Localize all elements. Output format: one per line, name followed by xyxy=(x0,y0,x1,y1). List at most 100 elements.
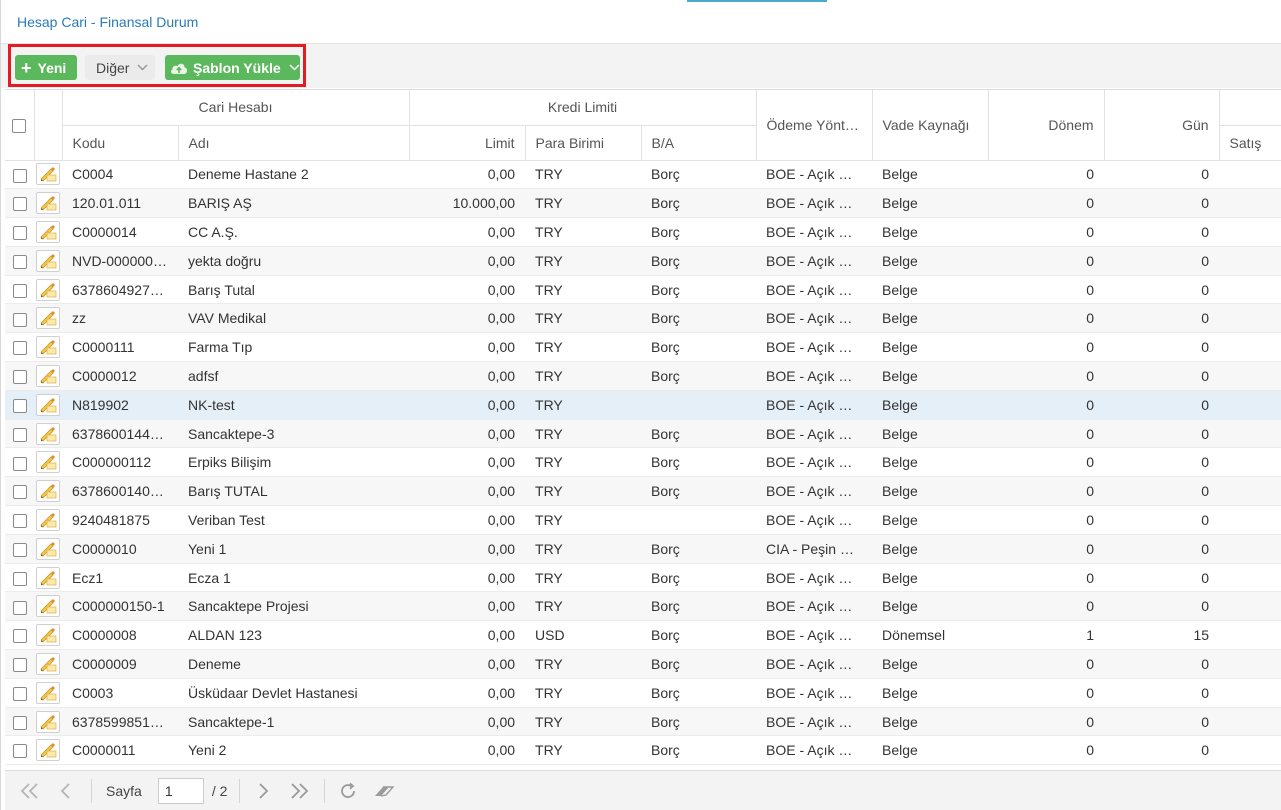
table-row[interactable]: N819902 NK-test 0,00 TRY BOE - Açık Hesap Bel… xyxy=(5,390,1281,420)
table-row[interactable]: C0004 Deneme Hastane 2 0,00 TRY Borç BOE - Aç… xyxy=(5,160,1281,190)
edit-icon[interactable] xyxy=(36,566,60,589)
next-page-icon[interactable] xyxy=(254,782,274,800)
row-checkbox[interactable] xyxy=(12,341,27,356)
cell-donem: 0 xyxy=(988,476,1105,507)
row-checkbox-cell xyxy=(5,534,34,564)
edit-icon[interactable] xyxy=(36,710,60,733)
row-edit-cell xyxy=(34,332,62,363)
select-all-checkbox[interactable] xyxy=(12,118,27,133)
row-checkbox[interactable] xyxy=(12,686,27,701)
row-checkbox[interactable] xyxy=(12,283,27,298)
cell-gun: 0 xyxy=(1104,390,1220,420)
table-row[interactable]: C0000008 ALDAN 123 0,00 USD Borç BOE - Açık H… xyxy=(5,620,1281,651)
row-checkbox[interactable] xyxy=(12,715,27,730)
row-checkbox[interactable] xyxy=(12,312,27,327)
table-row[interactable]: C0003 Üsküdaar Devlet Hastanesi 0,00 TRY Bor… xyxy=(5,678,1281,708)
row-checkbox[interactable] xyxy=(12,571,27,586)
page-number-input[interactable] xyxy=(157,777,204,804)
cell-satis xyxy=(1219,707,1281,737)
row-checkbox[interactable] xyxy=(12,514,27,529)
row-checkbox[interactable] xyxy=(12,744,27,759)
edit-icon[interactable] xyxy=(36,364,60,387)
column-header-adi[interactable]: Adı xyxy=(178,125,410,161)
table-row[interactable]: 9240481875 Veriban Test 0,00 TRY BOE - Açık … xyxy=(5,505,1281,535)
edit-icon[interactable] xyxy=(36,163,60,186)
cell-kodu: C0000011 xyxy=(62,735,178,766)
cell-limit: 0,00 xyxy=(409,217,526,247)
column-header-kodu[interactable]: Kodu xyxy=(62,125,179,161)
column-header-gun[interactable]: Gün xyxy=(1104,90,1220,161)
cell-para: TRY xyxy=(525,160,642,190)
row-checkbox[interactable] xyxy=(12,370,27,385)
row-checkbox[interactable] xyxy=(12,226,27,241)
cell-ba: Borç xyxy=(641,332,757,363)
cell-adi: Erpiks Bilişim xyxy=(178,447,410,478)
grid-body: C0004 Deneme Hastane 2 0,00 TRY Borç BOE - Aç… xyxy=(5,160,1281,766)
table-row[interactable]: Ecz1 Ecza 1 0,00 TRY Borç BOE - Açık Hesap Bel… xyxy=(5,563,1281,593)
previous-page-icon[interactable] xyxy=(55,782,75,800)
toolbar-highlight-box: + Yeni Diğer Şablon Yükle xyxy=(8,44,306,87)
table-row[interactable]: C0000014 CC A.Ş. 0,00 TRY Borç BOE - Açık Hes… xyxy=(5,217,1281,247)
edit-icon[interactable] xyxy=(36,451,60,474)
table-row[interactable]: 6378599851000 Sancaktepe-1 0,00 TRY Borç BOE … xyxy=(5,707,1281,737)
edit-icon[interactable] xyxy=(36,508,60,531)
row-checkbox[interactable] xyxy=(12,542,27,557)
table-row[interactable]: 6378600144000 Sancaktepe-3 0,00 TRY Borç BOE … xyxy=(5,419,1281,449)
table-row[interactable]: C0000111 Farma Tıp 0,00 TRY Borç BOE - Açık H… xyxy=(5,332,1281,363)
table-row[interactable]: 6378604927000 Barış Tutal 0,00 TRY Borç BOE -… xyxy=(5,275,1281,305)
cell-ba: Borç xyxy=(641,563,757,593)
column-header-odeme[interactable]: Ödeme Yöntemi xyxy=(756,90,873,161)
table-row[interactable]: C000000150-1 Sancaktepe Projesi 0,00 TRY Bor… xyxy=(5,591,1281,622)
other-dropdown-button[interactable]: Diğer xyxy=(85,55,155,80)
edit-icon[interactable] xyxy=(36,220,60,243)
row-checkbox[interactable] xyxy=(12,197,27,212)
table-row[interactable]: C0000011 Yeni 2 0,00 TRY Borç BOE - Açık Hesa… xyxy=(5,735,1281,766)
table-row[interactable]: 120.01.011 BARIŞ AŞ 10.000,00 TRY Borç BOE - … xyxy=(5,188,1281,219)
edit-icon[interactable] xyxy=(36,537,60,560)
edit-icon[interactable] xyxy=(36,249,60,272)
edit-icon[interactable] xyxy=(36,681,60,704)
column-header-satis[interactable]: Satış xyxy=(1219,125,1281,161)
edit-icon[interactable] xyxy=(36,307,60,330)
row-checkbox[interactable] xyxy=(12,485,27,500)
edit-icon[interactable] xyxy=(36,652,60,675)
row-checkbox[interactable] xyxy=(12,658,27,673)
edit-icon[interactable] xyxy=(36,422,60,445)
table-row[interactable]: 6378600140000 Barış TUTAL 0,00 TRY Borç BOE -… xyxy=(5,476,1281,507)
column-header-ba[interactable]: B/A xyxy=(641,125,757,161)
eraser-icon[interactable] xyxy=(373,783,395,799)
plus-icon: + xyxy=(21,57,32,78)
row-checkbox[interactable] xyxy=(12,398,27,413)
table-row[interactable]: C0000010 Yeni 1 0,00 TRY Borç CIA - Peşin Öde… xyxy=(5,534,1281,564)
edit-icon[interactable] xyxy=(36,336,60,359)
edit-icon[interactable] xyxy=(36,624,60,647)
table-row[interactable]: C0000012 adfsf 0,00 TRY Borç BOE - Açık Hesap… xyxy=(5,361,1281,391)
refresh-icon[interactable] xyxy=(337,781,359,801)
row-checkbox[interactable] xyxy=(12,600,27,615)
row-checkbox[interactable] xyxy=(12,254,27,269)
cell-vade: Belge xyxy=(872,649,989,679)
table-row[interactable]: NVD-0000000001 yekta doğru 0,00 TRY Borç BOE … xyxy=(5,246,1281,276)
column-header-limit[interactable]: Limit xyxy=(409,125,526,161)
table-row[interactable]: zz VAV Medikal 0,00 TRY Borç BOE - Açık Hesap… xyxy=(5,303,1281,334)
cell-gun: 0 xyxy=(1104,217,1220,247)
column-header-donem[interactable]: Dönem xyxy=(988,90,1105,161)
first-page-icon[interactable] xyxy=(17,782,43,800)
edit-icon[interactable] xyxy=(36,739,60,762)
column-header-para[interactable]: Para Birimi xyxy=(525,125,642,161)
edit-icon[interactable] xyxy=(36,192,60,215)
row-checkbox[interactable] xyxy=(12,427,27,442)
upload-template-button[interactable]: Şablon Yükle xyxy=(165,55,300,80)
table-row[interactable]: C0000009 Deneme 0,00 TRY Borç BOE - Açık Hesa… xyxy=(5,649,1281,679)
table-row[interactable]: C000000112 Erpiks Bilişim 0,00 TRY Borç BOE -… xyxy=(5,447,1281,478)
row-checkbox[interactable] xyxy=(12,168,27,183)
edit-icon[interactable] xyxy=(36,595,60,618)
row-checkbox[interactable] xyxy=(12,629,27,644)
last-page-icon[interactable] xyxy=(286,782,312,800)
new-button[interactable]: + Yeni xyxy=(15,55,77,80)
edit-icon[interactable] xyxy=(36,480,60,503)
edit-icon[interactable] xyxy=(36,393,60,416)
row-checkbox[interactable] xyxy=(12,456,27,471)
column-header-vade[interactable]: Vade Kaynağı xyxy=(872,90,989,161)
edit-icon[interactable] xyxy=(36,278,60,301)
